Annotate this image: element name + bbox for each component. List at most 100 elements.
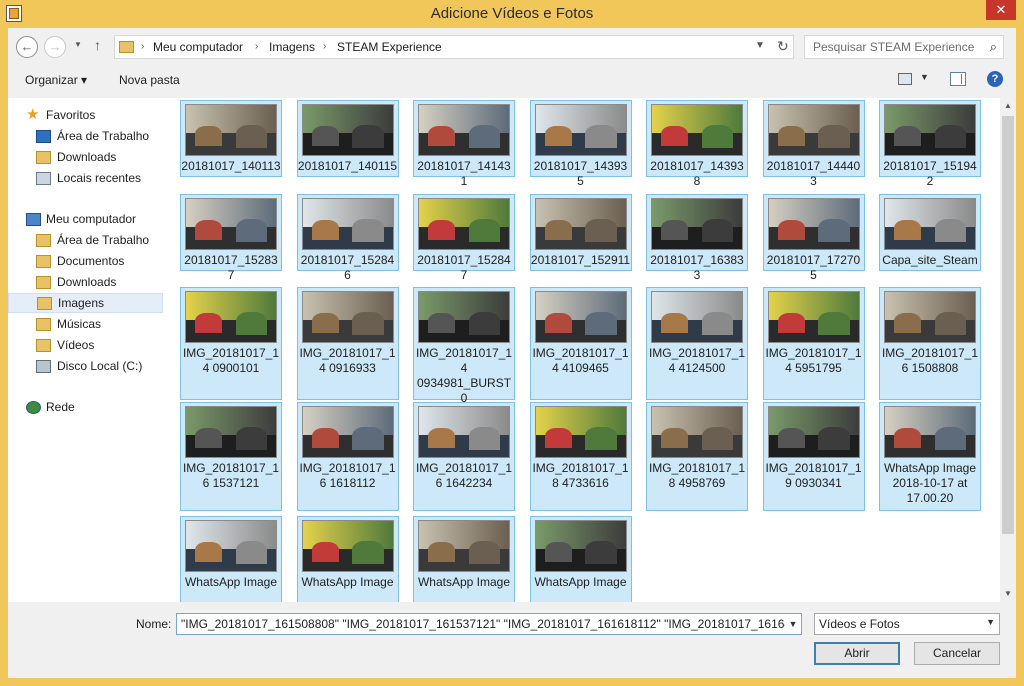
dialog-frame: ← → ▼ ↑ › Meu computador › Imagens › STE… <box>8 28 1016 678</box>
new-folder-button[interactable]: Nova pasta <box>119 73 180 87</box>
chevron-down-icon[interactable]: ▼ <box>986 617 995 627</box>
file-tile[interactable]: IMG_20181017_16 1508808 <box>879 287 981 400</box>
file-tile[interactable]: IMG_20181017_14 0900101 <box>180 287 282 400</box>
close-button[interactable]: ✕ <box>986 0 1016 20</box>
refresh-icon[interactable]: ↻ <box>777 38 789 55</box>
breadcrumb-computer[interactable]: Meu computador <box>153 40 243 54</box>
thumbnail-shape <box>544 313 572 333</box>
breadcrumb-images[interactable]: Imagens <box>269 40 315 54</box>
up-arrow-icon[interactable]: ↑ <box>94 37 101 53</box>
search-box[interactable]: Pesquisar STEAM Experience ⌕ <box>804 35 1004 59</box>
search-icon[interactable]: ⌕ <box>990 39 997 55</box>
file-tile[interactable]: 20181017_143935 <box>529 100 632 188</box>
file-tile[interactable]: 20181017_143938 <box>646 100 748 188</box>
nav-label: Rede <box>46 400 75 414</box>
breadcrumb-steam[interactable]: STEAM Experience <box>337 40 442 54</box>
nav-recent[interactable]: Locais recentes <box>8 169 163 189</box>
address-dropdown-icon[interactable]: ▼ <box>755 40 765 51</box>
filename-field[interactable]: "IMG_20181017_161508808" "IMG_20181017_1… <box>176 613 802 635</box>
file-tile[interactable]: IMG_20181017_18 4958769 <box>646 402 748 511</box>
file-tile[interactable]: IMG_20181017_19 0930341 <box>762 402 865 511</box>
file-tile[interactable]: 20181017_140115 <box>296 100 399 177</box>
disk-drive-icon <box>36 360 51 373</box>
nav-music[interactable]: Músicas <box>8 315 163 335</box>
view-options-icon[interactable] <box>898 73 912 85</box>
file-tile[interactable]: IMG_20181017_16 1618112 <box>296 402 399 511</box>
nav-downloads[interactable]: Downloads <box>8 148 163 168</box>
file-tile[interactable]: 20181017_141431 <box>413 100 515 188</box>
cancel-button[interactable]: Cancelar <box>914 642 1000 665</box>
image-thumbnail <box>418 291 510 343</box>
breadcrumb-separator-icon[interactable]: › <box>141 41 144 52</box>
breadcrumb-separator-icon[interactable]: › <box>255 41 258 52</box>
file-tile[interactable]: IMG_20181017_14 4109465 <box>529 287 632 400</box>
nav-images[interactable]: Imagens <box>8 293 163 313</box>
thumbnail-shape <box>195 313 222 333</box>
nav-network[interactable]: Rede <box>8 398 163 418</box>
file-tile[interactable]: 20181017_140113 <box>180 100 282 177</box>
forward-button[interactable]: → <box>44 36 66 58</box>
file-tile[interactable]: IMG_20181017_14 4124500 <box>646 287 748 400</box>
file-tile[interactable]: IMG_20181017_16 1642234 <box>413 402 515 511</box>
scrollbar-thumb[interactable] <box>1002 116 1014 534</box>
scroll-down-icon[interactable]: ▼ <box>1000 586 1016 602</box>
file-type-value[interactable]: Vídeos e Fotos <box>819 617 900 631</box>
file-tile[interactable]: 20181017_152846 <box>296 194 399 282</box>
scroll-up-icon[interactable]: ▲ <box>1000 98 1016 114</box>
file-tile[interactable]: IMG_20181017_14 0916933 <box>296 287 399 400</box>
thumbnail-shape <box>661 126 688 146</box>
image-thumbnail <box>418 406 510 458</box>
file-tile[interactable]: 20181017_163833 <box>646 194 748 282</box>
nav-local-disk[interactable]: Disco Local (C:) <box>8 357 163 377</box>
filename-value[interactable]: "IMG_20181017_161508808" "IMG_20181017_1… <box>181 617 801 631</box>
nav-desktop[interactable]: Área de Trabalho <box>8 127 163 147</box>
file-tile[interactable]: Capa_site_Steam <box>879 194 981 271</box>
file-tile[interactable]: 20181017_152911 <box>529 194 632 271</box>
nav-videos[interactable]: Vídeos <box>8 336 163 356</box>
file-tile[interactable]: IMG_20181017_14 0934981_BURST0 00_COVER_… <box>413 287 515 420</box>
back-button[interactable]: ← <box>16 36 38 58</box>
open-button[interactable]: Abrir <box>814 642 900 665</box>
preview-pane-icon[interactable] <box>950 72 966 86</box>
image-thumbnail <box>767 198 860 250</box>
file-tile[interactable]: 20181017_172705 <box>762 194 865 282</box>
file-tile[interactable]: IMG_20181017_16 1537121 <box>180 402 282 511</box>
breadcrumb-separator-icon[interactable]: › <box>323 41 326 52</box>
help-icon[interactable]: ? <box>987 71 1003 87</box>
thumbnail-shape <box>311 313 339 333</box>
nav-favorites[interactable]: ★ Favoritos <box>8 106 163 126</box>
file-tile[interactable]: 20181017_151942 <box>879 100 981 188</box>
file-tile[interactable]: WhatsApp Image <box>529 516 632 602</box>
organize-button[interactable]: Organizar ▾ <box>25 73 87 87</box>
file-type-select[interactable]: Vídeos e Fotos ▼ <box>814 613 1000 635</box>
nav-label: Downloads <box>57 275 117 289</box>
file-tile[interactable]: IMG_20181017_14 5951795 <box>762 287 865 400</box>
file-tile[interactable]: IMG_20181017_18 4733616 <box>529 402 632 511</box>
file-tile[interactable]: WhatsApp Image 2018-10-17 at 17.00.20 <box>879 402 981 511</box>
file-tile[interactable]: 20181017_152847 <box>413 194 515 282</box>
thumbnail-shape <box>468 125 500 148</box>
file-tile[interactable]: WhatsApp Image <box>413 516 515 602</box>
nav-documents[interactable]: Documentos <box>8 252 163 272</box>
nav-computer[interactable]: Meu computador <box>8 210 163 230</box>
recent-locations-dropdown-icon[interactable]: ▼ <box>74 40 82 49</box>
chevron-down-icon[interactable]: ▼ <box>785 614 801 634</box>
file-tile[interactable]: WhatsApp Image <box>296 516 399 602</box>
file-tile[interactable]: WhatsApp Image <box>180 516 282 602</box>
file-name: 20181017_163833 <box>650 253 744 282</box>
chevron-down-icon[interactable]: ▼ <box>920 72 929 82</box>
image-thumbnail <box>418 198 510 250</box>
thumbnail-shape <box>701 125 733 148</box>
file-tile[interactable]: 20181017_144403 <box>762 100 865 188</box>
file-tile[interactable]: 20181017_152837 <box>180 194 282 282</box>
file-name: IMG_20181017_16 1508808 <box>881 346 979 375</box>
thumbnail-shape <box>352 312 384 335</box>
thumbnail-shape <box>235 427 267 450</box>
vertical-scrollbar[interactable]: ▲ ▼ <box>1000 98 1016 602</box>
address-bar[interactable]: › Meu computador › Imagens › STEAM Exper… <box>114 35 794 59</box>
nav-pc-downloads[interactable]: Downloads <box>8 273 163 293</box>
search-input[interactable]: Pesquisar STEAM Experience <box>813 40 974 54</box>
nav-pc-desktop[interactable]: Área de Trabalho <box>8 231 163 251</box>
file-name: IMG_20181017_18 4733616 <box>532 461 629 490</box>
navigation-pane: ★ Favoritos Área de Trabalho Downloads L… <box>8 98 166 602</box>
